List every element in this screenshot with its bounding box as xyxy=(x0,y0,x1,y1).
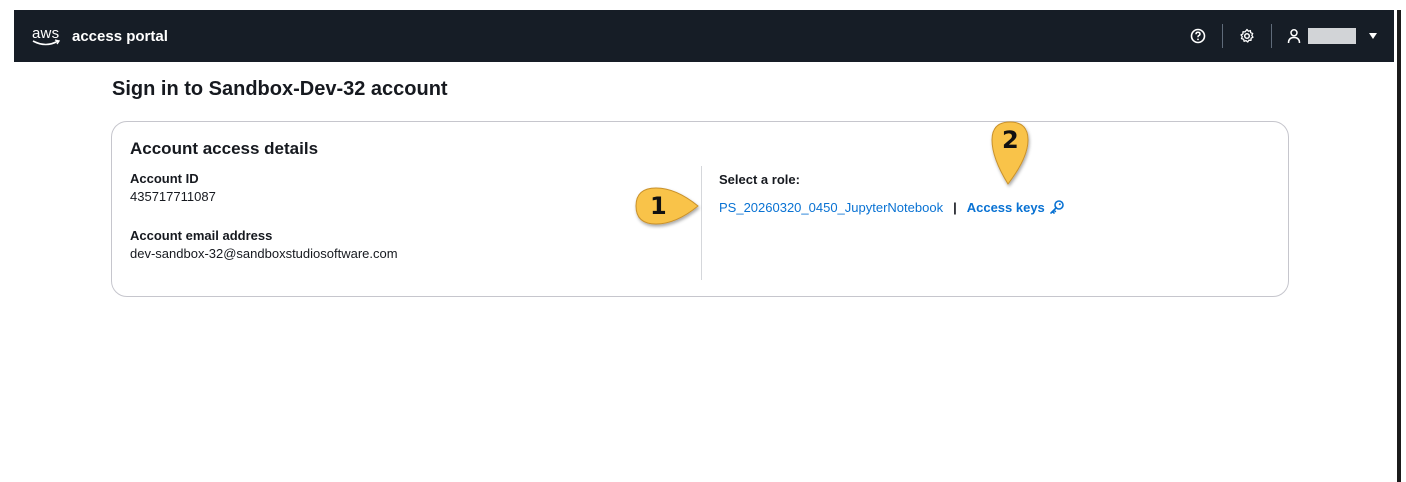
frame-top xyxy=(0,0,1406,10)
aws-smile-icon xyxy=(32,39,61,46)
nav-right-controls xyxy=(1178,10,1378,62)
user-name-redacted xyxy=(1308,28,1356,44)
user-icon xyxy=(1287,29,1301,44)
portal-name: access portal xyxy=(72,27,168,45)
card-title: Account access details xyxy=(130,139,319,158)
nav-separator xyxy=(1271,24,1272,48)
access-keys-link[interactable]: Access keys xyxy=(967,199,1065,215)
key-icon xyxy=(1049,200,1064,214)
top-navigation-bar: aws access portal xyxy=(14,10,1394,62)
select-role-label: Select a role: xyxy=(719,172,800,187)
caret-down-icon xyxy=(1369,33,1377,39)
settings-button[interactable] xyxy=(1227,10,1267,62)
help-circle-icon xyxy=(1190,28,1206,44)
role-row: PS_20260320_0450_JupyterNotebook | Acces… xyxy=(719,199,1065,215)
gear-icon xyxy=(1240,28,1254,43)
callout-marker-2: 2 xyxy=(978,118,1042,192)
brand[interactable]: aws access portal xyxy=(32,10,168,62)
help-button[interactable] xyxy=(1178,10,1218,62)
access-keys-label: Access keys xyxy=(966,199,1045,215)
frame-right-edge xyxy=(1394,0,1406,482)
account-email-value: dev-sandbox-32@sandboxstudiosoftware.com xyxy=(130,246,398,261)
user-menu-button[interactable] xyxy=(1276,10,1378,62)
account-id-label: Account ID xyxy=(130,171,199,186)
aws-logo: aws xyxy=(32,21,64,51)
role-link[interactable]: PS_20260320_0450_JupyterNotebook xyxy=(719,200,943,215)
callout-marker-1: 1 xyxy=(628,184,702,240)
callout-2-number: 2 xyxy=(1002,126,1019,154)
account-id-value: 435717711087 xyxy=(130,189,216,204)
callout-1-number: 1 xyxy=(650,192,667,220)
page-title: Sign in to Sandbox-Dev-32 account xyxy=(112,78,448,100)
account-email-label: Account email address xyxy=(130,228,273,243)
role-separator: | xyxy=(953,199,957,215)
nav-separator xyxy=(1222,24,1223,48)
